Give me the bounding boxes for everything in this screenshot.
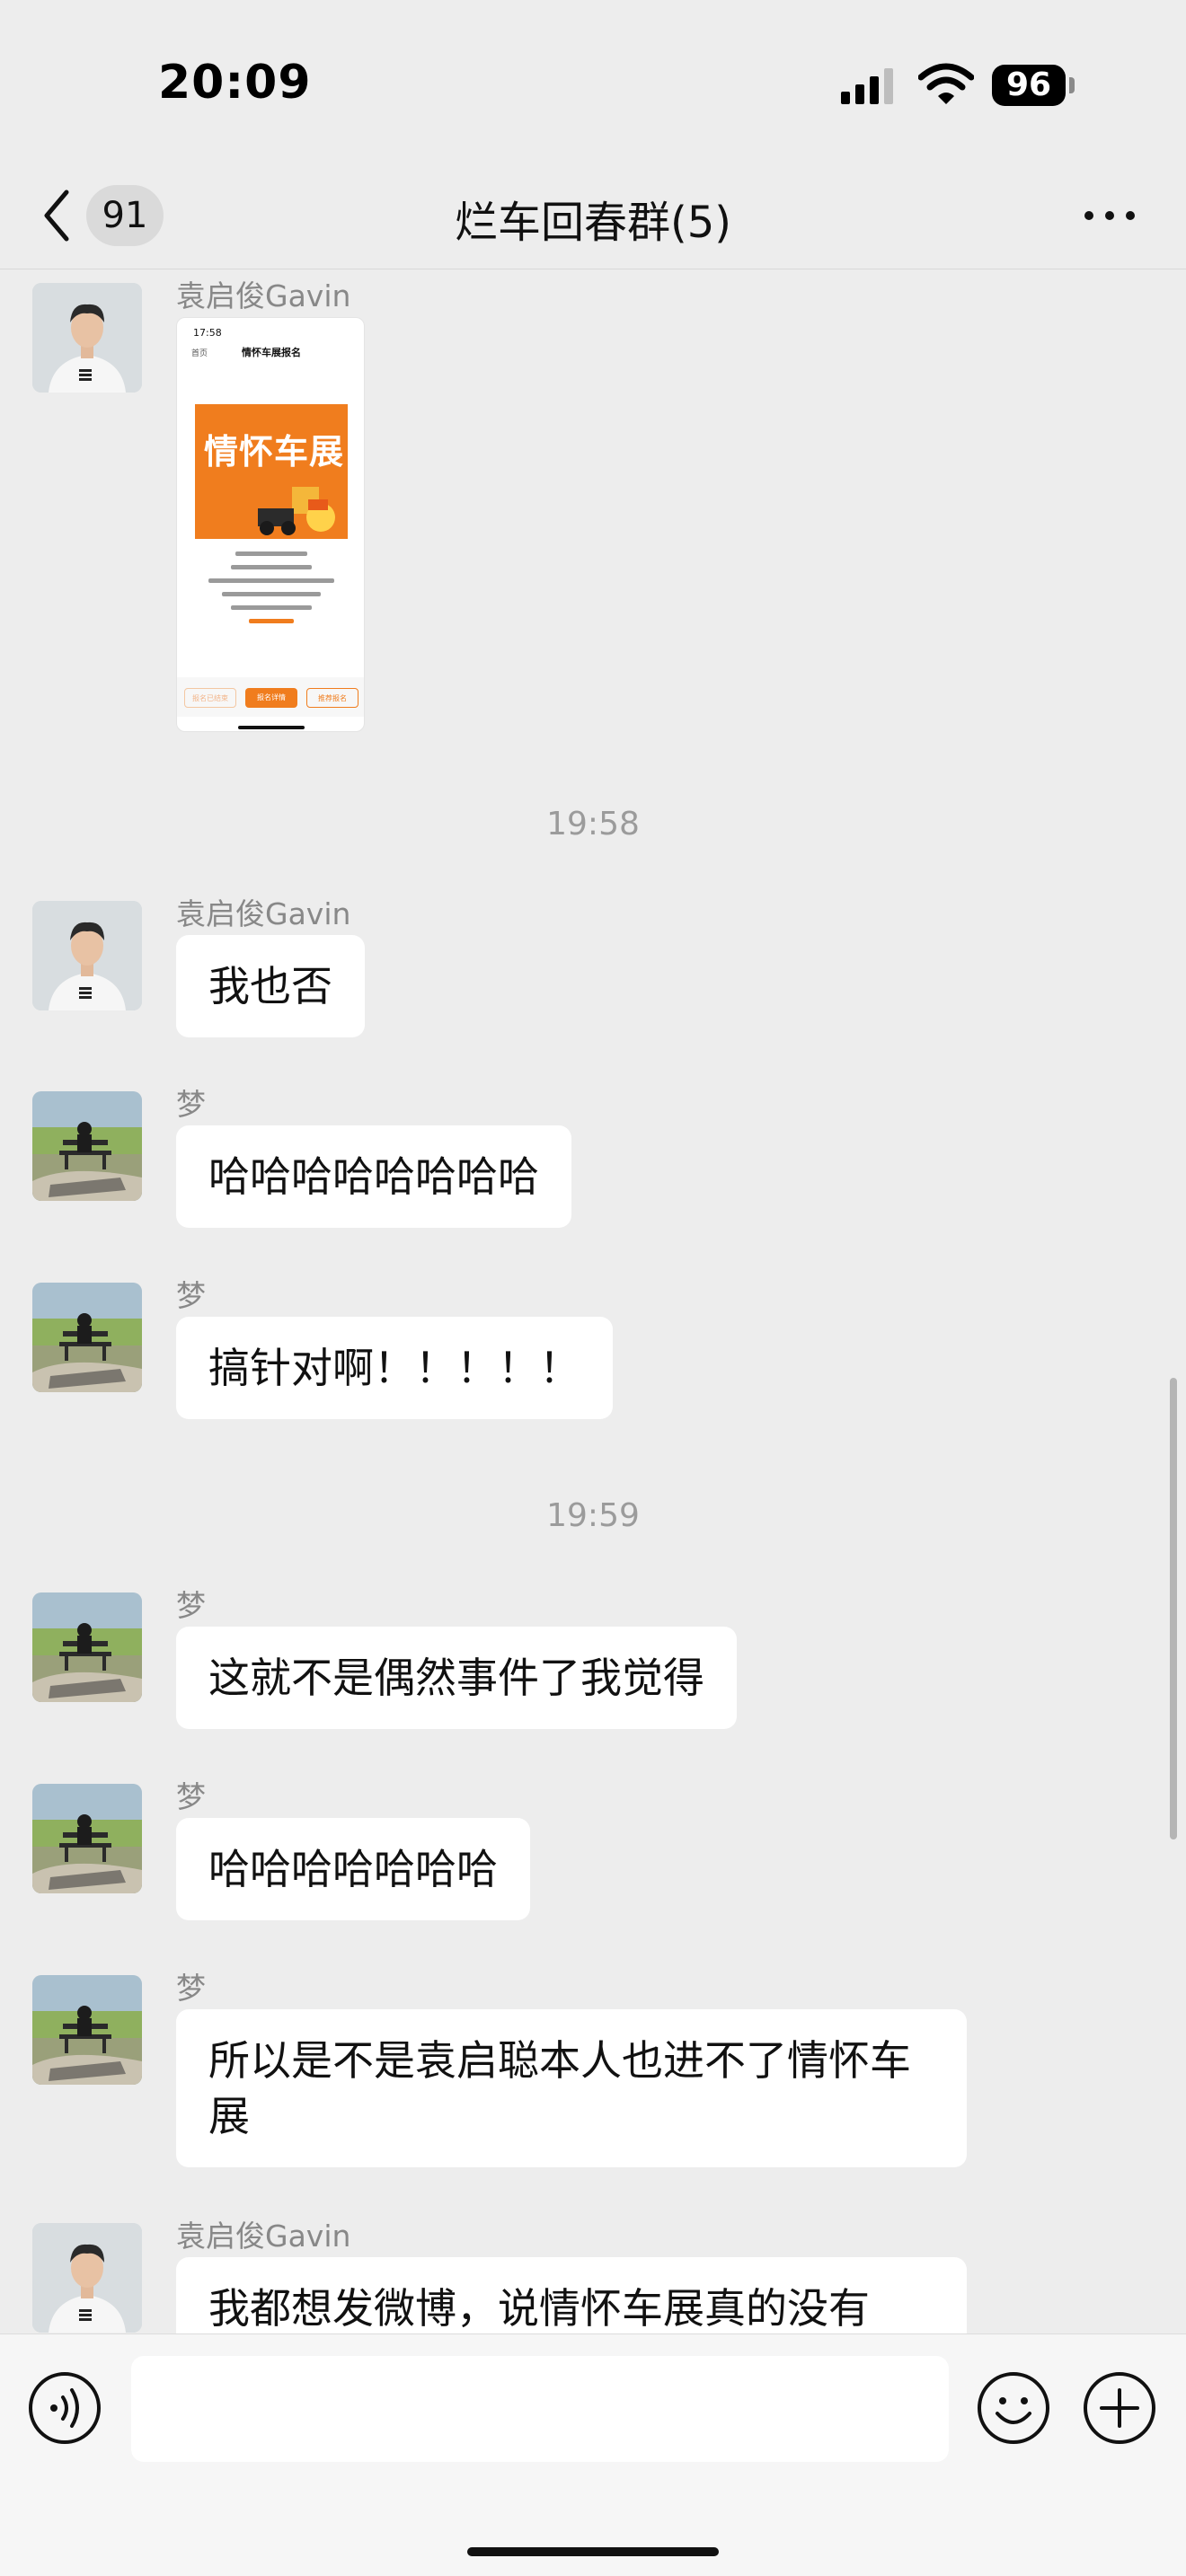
home-indicator [467,2547,719,2556]
card-button-recommend[interactable]: 推荐报名 [306,688,358,708]
card-title: 情怀车展报名 [242,347,301,358]
person-avatar-image [32,283,142,393]
avatar[interactable] [32,1784,142,1893]
signal-icon [841,68,893,104]
person-avatar-image [32,2223,142,2333]
message-item: 梦 哈哈哈哈哈哈哈哈 [0,1079,1186,1240]
person-avatar-image [32,901,142,1010]
bench-avatar-image [32,1283,142,1392]
poster-title: 情怀车展 [204,432,345,472]
chat-area[interactable]: 袁启俊Gavin 17:58 首页 情怀车展报名 情怀车展 报名已结束 报名详情… [0,270,1186,2333]
message-item: 袁启俊Gavin 我都想发微博，说情怀车展真的没有 [0,2210,1186,2333]
sender-name: 袁启俊Gavin [176,896,351,931]
card-description [195,543,348,632]
voice-icon[interactable] [27,2370,102,2446]
message-bubble[interactable]: 所以是不是袁启聪本人也进不了情怀车展 [176,2009,967,2167]
card-footer: 报名已结束 报名详情 推荐报名 [177,677,364,717]
card-home-indicator [238,726,305,729]
nav-bar: 91 烂车回春群(5) [0,162,1186,269]
chat-title: 烂车回春群(5) [455,198,731,248]
message-bubble[interactable]: 我都想发微博，说情怀车展真的没有 [176,2257,967,2333]
message-bubble[interactable]: 这就不是偶然事件了我觉得 [176,1627,737,1729]
avatar[interactable] [32,2223,142,2333]
battery-tip [1069,77,1075,93]
bench-avatar-image [32,1975,142,2085]
message-item: 梦 所以是不是袁启聪本人也进不了情怀车展 [0,1963,1186,2187]
avatar[interactable] [32,283,142,393]
status-time: 20:09 [158,56,312,110]
message-item: 袁启俊Gavin 17:58 首页 情怀车展报名 情怀车展 报名已结束 报名详情… [0,270,1186,737]
avatar[interactable] [32,1975,142,2085]
battery-indicator: 96 [992,65,1066,106]
status-bar: 20:09 96 [0,0,1186,162]
poster-graphic [258,487,335,535]
message-item: 梦 哈哈哈哈哈哈哈 [0,1771,1186,1933]
plus-icon[interactable] [1082,2370,1157,2446]
message-item: 袁启俊Gavin 我也否 [0,888,1186,1050]
timestamp: 19:59 [546,1497,640,1534]
bench-avatar-image [32,1091,142,1201]
emoji-icon[interactable] [976,2370,1051,2446]
message-bubble[interactable]: 哈哈哈哈哈哈哈 [176,1818,530,1920]
sender-name: 梦 [176,1278,206,1313]
card-poster: 情怀车展 [195,404,348,539]
message-bubble[interactable]: 哈哈哈哈哈哈哈哈 [176,1125,571,1228]
avatar[interactable] [32,1283,142,1392]
message-bubble[interactable]: 我也否 [176,935,365,1037]
message-bubble[interactable]: 搞针对啊！！！！！ [176,1317,613,1419]
bench-avatar-image [32,1592,142,1702]
sender-name: 袁启俊Gavin [176,2219,351,2254]
scrollbar[interactable] [1170,1378,1177,1839]
avatar[interactable] [32,1091,142,1201]
card-button-closed[interactable]: 报名已结束 [184,688,236,708]
message-input[interactable] [131,2356,949,2462]
sender-name: 梦 [176,1588,206,1623]
card-status-time: 17:58 [193,327,222,339]
avatar[interactable] [32,1592,142,1702]
sender-name: 梦 [176,1087,206,1122]
sender-name: 袁启俊Gavin [176,278,351,313]
input-bar [0,2333,1186,2576]
sender-name: 梦 [176,1779,206,1814]
sender-name: 梦 [176,1971,206,2006]
card-button-details[interactable]: 报名详情 [245,688,297,708]
more-icon[interactable] [1078,199,1141,232]
timestamp: 19:58 [546,806,640,842]
wifi-icon [918,63,974,104]
bench-avatar-image [32,1784,142,1893]
message-item: 梦 这就不是偶然事件了我觉得 [0,1580,1186,1742]
avatar[interactable] [32,901,142,1010]
mini-program-card[interactable]: 17:58 首页 情怀车展报名 情怀车展 报名已结束 报名详情 推荐报名 [176,317,365,732]
message-item: 梦 搞针对啊！！！！！ [0,1270,1186,1432]
